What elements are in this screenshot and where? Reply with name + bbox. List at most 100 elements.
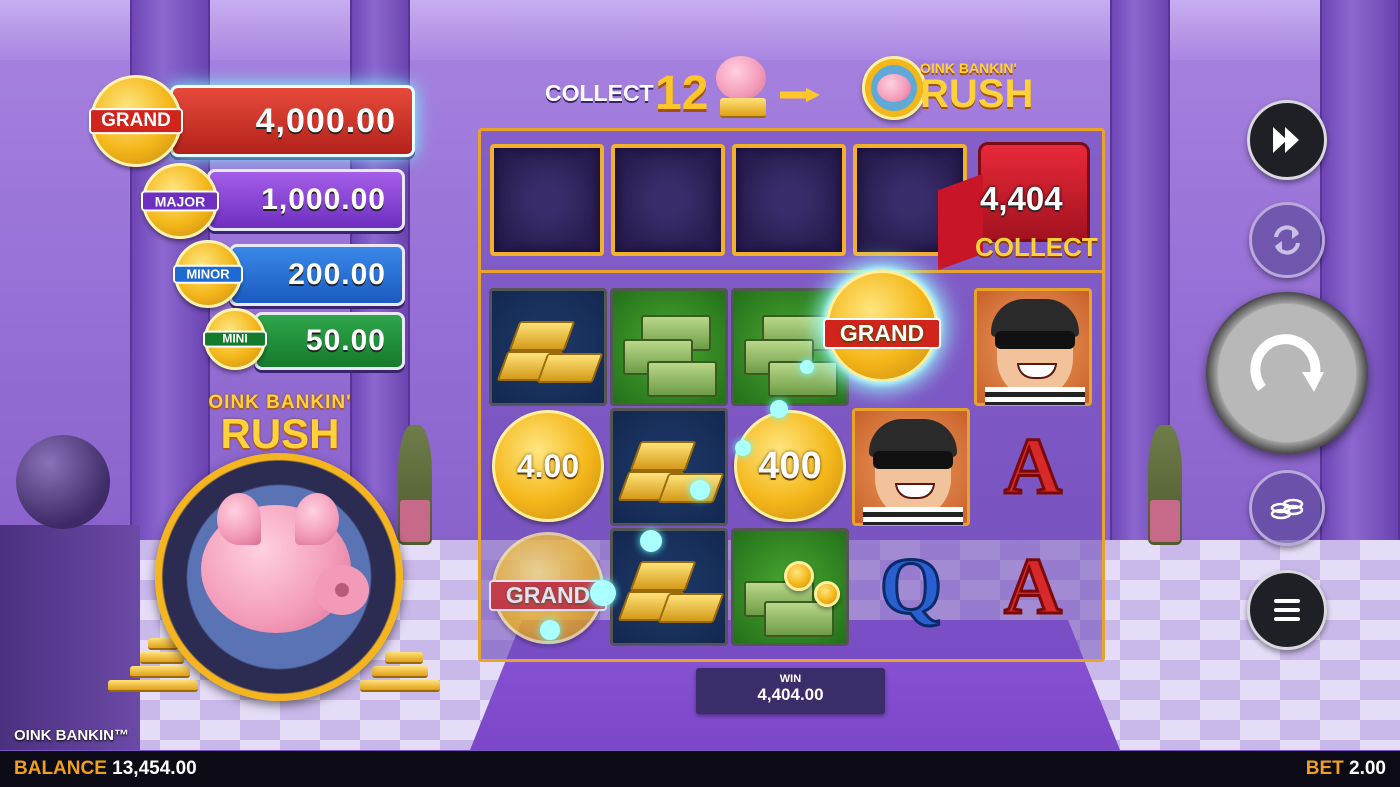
collect-slot: [490, 144, 604, 256]
turbo-button[interactable]: [1247, 100, 1327, 180]
symbol-gold-bars: [489, 288, 607, 406]
plant-pot: [1150, 500, 1180, 542]
bet-value: 2.00: [1349, 758, 1386, 779]
bet-label: BET: [1305, 758, 1344, 779]
robber-shirt: [985, 387, 1085, 405]
robber-shirt: [863, 507, 963, 525]
robber-mask: [873, 451, 953, 469]
jackpot-major: 1,000.00 MAJOR: [141, 163, 407, 239]
coin-stack: [385, 652, 423, 664]
jackpot-mini-value: 50.00: [254, 312, 405, 370]
coin-stack: [140, 652, 184, 664]
coin-icon: MINI: [203, 308, 267, 370]
jackpot-grand-value: 4,000.00: [170, 85, 415, 157]
symbol-gold-bars: [610, 528, 728, 646]
coin-stack: [360, 680, 440, 692]
spin-button[interactable]: [1206, 292, 1368, 454]
symbol-robber: [852, 408, 970, 526]
coin-icon: GRAND: [89, 75, 183, 167]
symbol-robber: [974, 288, 1092, 406]
piggy-bank-icon: [877, 74, 911, 102]
fast-forward-icon: [1273, 127, 1299, 153]
coin-stack: [720, 98, 766, 118]
balance-display: BALANCE 13,454.00: [14, 758, 197, 780]
gold-bar-icon: [657, 593, 725, 623]
sparkle: [540, 620, 560, 640]
rush-wheel-icon: [862, 56, 926, 120]
bet-button[interactable]: [1249, 470, 1325, 546]
coin-grand-label: GRAND: [823, 317, 941, 350]
collect-banner-count: 12: [655, 67, 709, 120]
jackpot-minor-tag: MINOR: [173, 264, 243, 284]
stone-sphere: [16, 435, 110, 529]
menu-button[interactable]: [1247, 570, 1327, 650]
balance-value: 13,454.00: [112, 758, 197, 779]
piggy-wheel: [155, 453, 403, 701]
gold-bar-icon: [508, 321, 576, 351]
plant-pot: [400, 500, 430, 542]
symbol-cash: [610, 288, 728, 406]
coin-icon: [814, 581, 840, 607]
coin-stack: [372, 666, 428, 678]
coin-value: 4.00: [492, 410, 604, 522]
menu-icon: [1274, 599, 1300, 621]
symbol-letter-a: A: [1003, 542, 1064, 633]
game-title: OINK BANKIN™: [14, 727, 129, 744]
footer-bar: BALANCE 13,454.00 BET 2.00: [0, 751, 1400, 787]
win-display: WIN 4,404.00: [696, 668, 885, 714]
spin-icon: [1250, 334, 1324, 392]
coin-value: 400: [734, 410, 846, 522]
jackpot-major-tag: MAJOR: [141, 190, 219, 212]
jackpot-mini: 50.00 MINI: [203, 308, 407, 372]
robber-mask: [995, 331, 1075, 349]
collect-label: COLLECT: [975, 232, 1098, 262]
cash-icon: [647, 361, 717, 397]
balance-label: BALANCE: [14, 758, 107, 779]
autoplay-button[interactable]: [1249, 202, 1325, 278]
gold-bar-icon: [629, 561, 697, 591]
piggy-ear: [295, 493, 339, 545]
coin-stack: [108, 680, 198, 692]
coin-icon: MINOR: [173, 240, 243, 308]
coin-icon: MAJOR: [141, 163, 219, 239]
coins-icon: [1270, 498, 1304, 520]
hall-ceiling: [0, 0, 1400, 60]
collect-amount: 4,404: [980, 180, 1063, 217]
pedestal: [0, 525, 140, 750]
piggy-ear: [217, 493, 261, 545]
rush-logo-small: OINK BANKIN' RUSH: [920, 60, 1034, 116]
rush-logo-line2: RUSH: [220, 410, 340, 457]
sparkle: [735, 440, 751, 456]
symbol-cash-coins: [731, 528, 849, 646]
collect-banner-label: COLLECT: [545, 80, 654, 106]
win-value: 4,404.00: [757, 685, 824, 704]
jackpot-major-value: 1,000.00: [207, 169, 405, 231]
jackpot-mini-tag: MINI: [203, 330, 267, 348]
symbol-letter-q: Q: [878, 542, 943, 633]
pillar: [1320, 0, 1400, 560]
sparkle: [640, 530, 662, 552]
gold-bar-icon: [629, 441, 697, 471]
piggy-bank-icon: [716, 56, 766, 100]
sparkle: [690, 480, 710, 500]
coin-stack: [130, 666, 190, 678]
coin-icon: [784, 561, 814, 591]
jackpot-minor: 200.00 MINOR: [173, 240, 407, 308]
symbol-letter-a: A: [1003, 422, 1064, 513]
jackpot-grand-tag: GRAND: [89, 108, 183, 134]
bet-display: BET 2.00: [1306, 758, 1386, 780]
win-label: WIN: [779, 673, 802, 685]
collect-slot: [732, 144, 846, 256]
piggy-snout: [315, 565, 369, 615]
sparkle: [800, 360, 814, 374]
jackpot-minor-value: 200.00: [229, 244, 405, 306]
sparkle: [590, 580, 616, 606]
symbol-gold-bars: [610, 408, 728, 526]
sparkle: [770, 400, 788, 418]
coin-grand: GRAND: [823, 270, 941, 382]
rush-logo-line2: RUSH: [920, 72, 1034, 116]
autoplay-icon: [1274, 225, 1300, 255]
rush-logo: OINK BANKIN' RUSH: [200, 392, 360, 457]
collect-slot: [611, 144, 725, 256]
gold-bar-icon: [536, 353, 604, 383]
